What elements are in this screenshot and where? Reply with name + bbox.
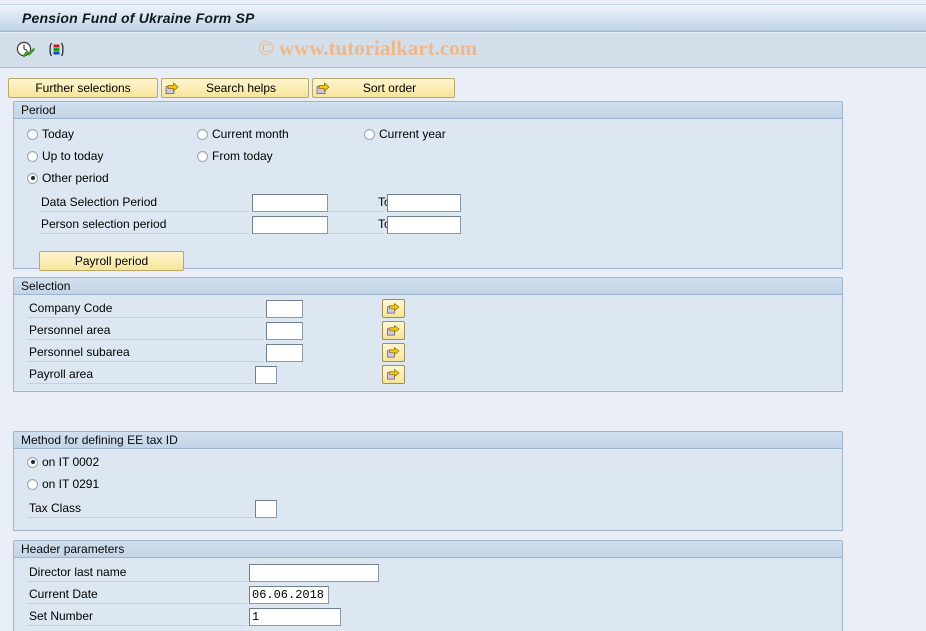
period-group-body: Today Current month Current year Up to t… bbox=[14, 119, 842, 271]
radio-on-it-0291[interactable]: on IT 0291 bbox=[27, 477, 99, 491]
set-number-input[interactable]: 1 bbox=[249, 607, 341, 626]
radio-other-period[interactable]: Other period bbox=[27, 171, 109, 185]
payroll-area-input[interactable] bbox=[255, 365, 277, 384]
person-selection-period-label: Person selection period bbox=[39, 215, 249, 234]
data-selection-period-from-input[interactable] bbox=[252, 193, 328, 212]
period-group-title: Period bbox=[14, 102, 842, 119]
search-helps-label: Search helps bbox=[205, 81, 277, 95]
selection-group-body: Company Code Personnel area Personnel su… bbox=[14, 295, 842, 392]
personnel-area-input[interactable] bbox=[266, 321, 303, 340]
window-titlebar: Pension Fund of Ukraine Form SP bbox=[0, 4, 926, 32]
director-last-name-label: Director last name bbox=[27, 563, 247, 582]
radio-today[interactable]: Today bbox=[27, 127, 74, 141]
person-selection-period-to-label: To bbox=[328, 215, 391, 234]
person-selection-period-to-input[interactable] bbox=[387, 215, 461, 234]
tax-class-input[interactable] bbox=[255, 499, 277, 518]
arrow-right-icon bbox=[387, 325, 400, 336]
method-group: Method for defining EE tax ID on IT 0002… bbox=[13, 431, 843, 531]
selection-button-row: Further selections Search helps Sort ord… bbox=[8, 78, 455, 98]
data-selection-period-label: Data Selection Period bbox=[39, 193, 249, 212]
personnel-area-multiselect-button[interactable] bbox=[382, 321, 405, 340]
method-group-body: on IT 0002 on IT 0291 Tax Class bbox=[14, 449, 842, 531]
personnel-area-row: Personnel area bbox=[27, 321, 303, 340]
director-last-name-input[interactable] bbox=[249, 563, 379, 582]
payroll-area-multiselect-button[interactable] bbox=[382, 365, 405, 384]
selection-group-title: Selection bbox=[14, 278, 842, 295]
radio-from-today-label: From today bbox=[212, 149, 273, 163]
icon-toolbar bbox=[0, 33, 926, 68]
radio-indicator bbox=[27, 172, 38, 184]
person-selection-period-from-input[interactable] bbox=[252, 215, 328, 234]
sort-order-button[interactable]: Sort order bbox=[312, 78, 455, 98]
radio-on-it-0002-label: on IT 0002 bbox=[42, 455, 100, 469]
data-selection-period-row: Data Selection Period To bbox=[39, 193, 461, 212]
company-code-row: Company Code bbox=[27, 299, 303, 318]
person-selection-period-row: Person selection period To bbox=[39, 215, 461, 234]
radio-indicator bbox=[364, 128, 375, 140]
payroll-area-label: Payroll area bbox=[27, 365, 253, 384]
radio-current-month-label: Current month bbox=[212, 127, 289, 141]
further-selections-button[interactable]: Further selections bbox=[8, 78, 158, 98]
payroll-period-button[interactable]: Payroll period bbox=[39, 251, 184, 271]
set-number-row: Set Number 1 bbox=[27, 607, 341, 626]
arrow-right-icon bbox=[164, 80, 180, 96]
company-code-multiselect-button[interactable] bbox=[382, 299, 405, 318]
further-selections-label: Further selections bbox=[35, 81, 131, 95]
radio-indicator bbox=[197, 128, 208, 140]
data-selection-period-to-label: To bbox=[328, 193, 391, 212]
sap-selection-screen: Pension Fund of Ukraine Form SP © www.tu… bbox=[0, 0, 926, 631]
radio-other-period-label: Other period bbox=[42, 171, 109, 185]
radio-current-year[interactable]: Current year bbox=[364, 127, 446, 141]
tax-class-label: Tax Class bbox=[27, 499, 253, 518]
radio-from-today[interactable]: From today bbox=[197, 149, 273, 163]
sort-order-label: Sort order bbox=[362, 81, 417, 95]
current-date-input[interactable]: 06.06.2018 bbox=[249, 585, 329, 604]
tax-class-row: Tax Class bbox=[27, 499, 277, 518]
period-group: Period Today Current month Current year … bbox=[13, 101, 843, 271]
color-bars-icon[interactable] bbox=[46, 39, 68, 61]
arrow-right-icon bbox=[387, 369, 400, 380]
current-date-label: Current Date bbox=[27, 585, 247, 604]
radio-up-to-today[interactable]: Up to today bbox=[27, 149, 103, 163]
personnel-subarea-row: Personnel subarea bbox=[27, 343, 303, 362]
personnel-subarea-multiselect-button[interactable] bbox=[382, 343, 405, 362]
data-selection-period-to-input[interactable] bbox=[387, 193, 461, 212]
arrow-right-icon bbox=[315, 80, 331, 96]
radio-indicator bbox=[197, 150, 208, 162]
radio-up-to-today-label: Up to today bbox=[42, 149, 104, 163]
radio-indicator bbox=[27, 478, 38, 490]
radio-today-label: Today bbox=[42, 127, 75, 141]
radio-indicator bbox=[27, 456, 38, 468]
page-title: Pension Fund of Ukraine Form SP bbox=[22, 10, 255, 26]
current-date-row: Current Date 06.06.2018 bbox=[27, 585, 329, 604]
execute-clock-icon[interactable] bbox=[14, 39, 36, 61]
company-code-label: Company Code bbox=[27, 299, 264, 318]
personnel-subarea-label: Personnel subarea bbox=[27, 343, 264, 362]
header-parameters-group-title: Header parameters bbox=[14, 541, 842, 558]
director-last-name-row: Director last name bbox=[27, 563, 379, 582]
radio-indicator bbox=[27, 150, 38, 162]
set-number-label: Set Number bbox=[27, 607, 247, 626]
personnel-area-label: Personnel area bbox=[27, 321, 264, 340]
radio-current-month[interactable]: Current month bbox=[197, 127, 289, 141]
radio-on-it-0291-label: on IT 0291 bbox=[42, 477, 100, 491]
method-group-title: Method for defining EE tax ID bbox=[14, 432, 842, 449]
header-parameters-group-body: Director last name Current Date 06.06.20… bbox=[14, 558, 842, 631]
radio-indicator bbox=[27, 128, 38, 140]
search-helps-button[interactable]: Search helps bbox=[161, 78, 309, 98]
arrow-right-icon bbox=[387, 303, 400, 314]
radio-current-year-label: Current year bbox=[379, 127, 446, 141]
header-parameters-group: Header parameters Director last name Cur… bbox=[13, 540, 843, 631]
selection-group: Selection Company Code Personnel area Pe… bbox=[13, 277, 843, 392]
radio-on-it-0002[interactable]: on IT 0002 bbox=[27, 455, 99, 469]
arrow-right-icon bbox=[387, 347, 400, 358]
payroll-area-row: Payroll area bbox=[27, 365, 277, 384]
payroll-period-label: Payroll period bbox=[74, 254, 149, 268]
company-code-input[interactable] bbox=[266, 299, 303, 318]
personnel-subarea-input[interactable] bbox=[266, 343, 303, 362]
